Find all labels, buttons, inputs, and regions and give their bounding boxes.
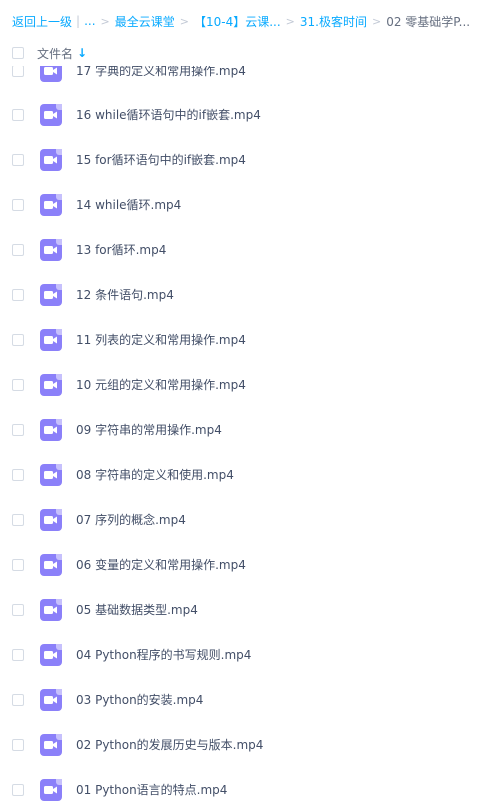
list-item[interactable]: 15 for循环语句中的if嵌套.mp4 bbox=[0, 137, 496, 182]
row-checkbox[interactable] bbox=[12, 558, 24, 571]
video-file-icon bbox=[40, 508, 62, 531]
breadcrumb-ellipsis[interactable]: ... bbox=[84, 14, 95, 28]
file-name[interactable]: 14 while循环.mp4 bbox=[76, 196, 181, 213]
video-file-icon bbox=[40, 148, 62, 171]
list-item[interactable]: 01 Python语言的特点.mp4 bbox=[0, 767, 496, 801]
video-file-icon bbox=[40, 193, 62, 216]
row-checkbox[interactable] bbox=[12, 153, 24, 166]
video-file-icon bbox=[40, 733, 62, 756]
file-name[interactable]: 06 变量的定义和常用操作.mp4 bbox=[76, 556, 246, 573]
file-name[interactable]: 07 序列的概念.mp4 bbox=[76, 511, 186, 528]
chevron-right-icon: > bbox=[285, 14, 295, 28]
file-name[interactable]: 02 Python的发展历史与版本.mp4 bbox=[76, 736, 263, 753]
list-item[interactable]: 10 元组的定义和常用操作.mp4 bbox=[0, 362, 496, 407]
list-item[interactable]: 09 字符串的常用操作.mp4 bbox=[0, 407, 496, 452]
video-file-icon bbox=[40, 643, 62, 666]
row-checkbox[interactable] bbox=[12, 603, 24, 616]
file-name[interactable]: 12 条件语句.mp4 bbox=[76, 286, 174, 303]
file-name[interactable]: 15 for循环语句中的if嵌套.mp4 bbox=[76, 151, 246, 168]
list-item[interactable]: 08 字符串的定义和使用.mp4 bbox=[0, 452, 496, 497]
row-checkbox[interactable] bbox=[12, 648, 24, 661]
video-file-icon bbox=[40, 418, 62, 441]
row-checkbox[interactable] bbox=[12, 783, 24, 796]
video-file-icon bbox=[40, 463, 62, 486]
chevron-right-icon: > bbox=[371, 14, 382, 28]
video-file-icon bbox=[40, 283, 62, 306]
breadcrumb-item-2[interactable]: 【10-4】云课... bbox=[194, 13, 281, 30]
row-checkbox[interactable] bbox=[12, 423, 24, 436]
row-checkbox[interactable] bbox=[12, 378, 24, 391]
file-name[interactable]: 04 Python程序的书写规则.mp4 bbox=[76, 646, 251, 663]
list-item[interactable]: 05 基础数据类型.mp4 bbox=[0, 587, 496, 632]
video-file-icon bbox=[40, 553, 62, 576]
file-name[interactable]: 05 基础数据类型.mp4 bbox=[76, 601, 198, 618]
row-checkbox[interactable] bbox=[12, 108, 24, 121]
file-name[interactable]: 03 Python的安装.mp4 bbox=[76, 691, 203, 708]
row-checkbox[interactable] bbox=[12, 333, 24, 346]
breadcrumb-current: 02 零基础学P... bbox=[386, 14, 471, 29]
breadcrumb-divider: | bbox=[76, 14, 81, 28]
breadcrumb: 返回上一级 | ... > 最全云课堂 > 【10-4】云课... > 31.极… bbox=[12, 10, 496, 32]
row-checkbox[interactable] bbox=[12, 468, 24, 481]
row-checkbox[interactable] bbox=[12, 243, 24, 256]
list-item[interactable]: 04 Python程序的书写规则.mp4 bbox=[0, 632, 496, 677]
column-header-filename[interactable]: 文件名 bbox=[37, 45, 73, 62]
list-item[interactable]: 14 while循环.mp4 bbox=[0, 182, 496, 227]
video-file-icon bbox=[40, 373, 62, 396]
select-all-checkbox[interactable] bbox=[12, 47, 24, 59]
file-name[interactable]: 10 元组的定义和常用操作.mp4 bbox=[76, 376, 246, 393]
file-name[interactable]: 08 字符串的定义和使用.mp4 bbox=[76, 466, 234, 483]
file-name[interactable]: 01 Python语言的特点.mp4 bbox=[76, 781, 227, 798]
video-file-icon bbox=[40, 328, 62, 351]
row-checkbox[interactable] bbox=[12, 64, 24, 77]
list-item[interactable]: 03 Python的安装.mp4 bbox=[0, 677, 496, 722]
file-name[interactable]: 09 字符串的常用操作.mp4 bbox=[76, 421, 222, 438]
list-item[interactable]: 06 变量的定义和常用操作.mp4 bbox=[0, 542, 496, 587]
row-checkbox[interactable] bbox=[12, 513, 24, 526]
list-item[interactable]: 02 Python的发展历史与版本.mp4 bbox=[0, 722, 496, 767]
video-file-icon bbox=[40, 598, 62, 621]
row-checkbox[interactable] bbox=[12, 738, 24, 751]
list-item[interactable]: 11 列表的定义和常用操作.mp4 bbox=[0, 317, 496, 362]
chevron-right-icon: > bbox=[179, 14, 189, 28]
file-name[interactable]: 16 while循环语句中的if嵌套.mp4 bbox=[76, 106, 261, 123]
row-checkbox[interactable] bbox=[12, 198, 24, 211]
row-checkbox[interactable] bbox=[12, 288, 24, 301]
list-item[interactable]: 16 while循环语句中的if嵌套.mp4 bbox=[0, 92, 496, 137]
video-file-icon bbox=[40, 688, 62, 711]
list-header: 文件名 ↓ bbox=[0, 40, 496, 66]
file-name[interactable]: 13 for循环.mp4 bbox=[76, 241, 166, 258]
video-file-icon bbox=[40, 778, 62, 801]
file-list: 17 字典的定义和常用操作.mp4 16 while循环语句中的if嵌套.mp4 1… bbox=[0, 0, 496, 801]
video-file-icon bbox=[40, 238, 62, 261]
row-checkbox[interactable] bbox=[12, 693, 24, 706]
video-file-icon bbox=[40, 103, 62, 126]
arrow-down-icon[interactable]: ↓ bbox=[77, 46, 87, 60]
list-item[interactable]: 13 for循环.mp4 bbox=[0, 227, 496, 272]
breadcrumb-item-1[interactable]: 最全云课堂 bbox=[115, 13, 175, 30]
file-name[interactable]: 11 列表的定义和常用操作.mp4 bbox=[76, 331, 246, 348]
list-item[interactable]: 12 条件语句.mp4 bbox=[0, 272, 496, 317]
breadcrumb-item-3[interactable]: 31.极客时间 bbox=[300, 13, 367, 30]
chevron-right-icon: > bbox=[100, 14, 110, 28]
back-link[interactable]: 返回上一级 bbox=[12, 13, 72, 30]
list-item[interactable]: 07 序列的概念.mp4 bbox=[0, 497, 496, 542]
